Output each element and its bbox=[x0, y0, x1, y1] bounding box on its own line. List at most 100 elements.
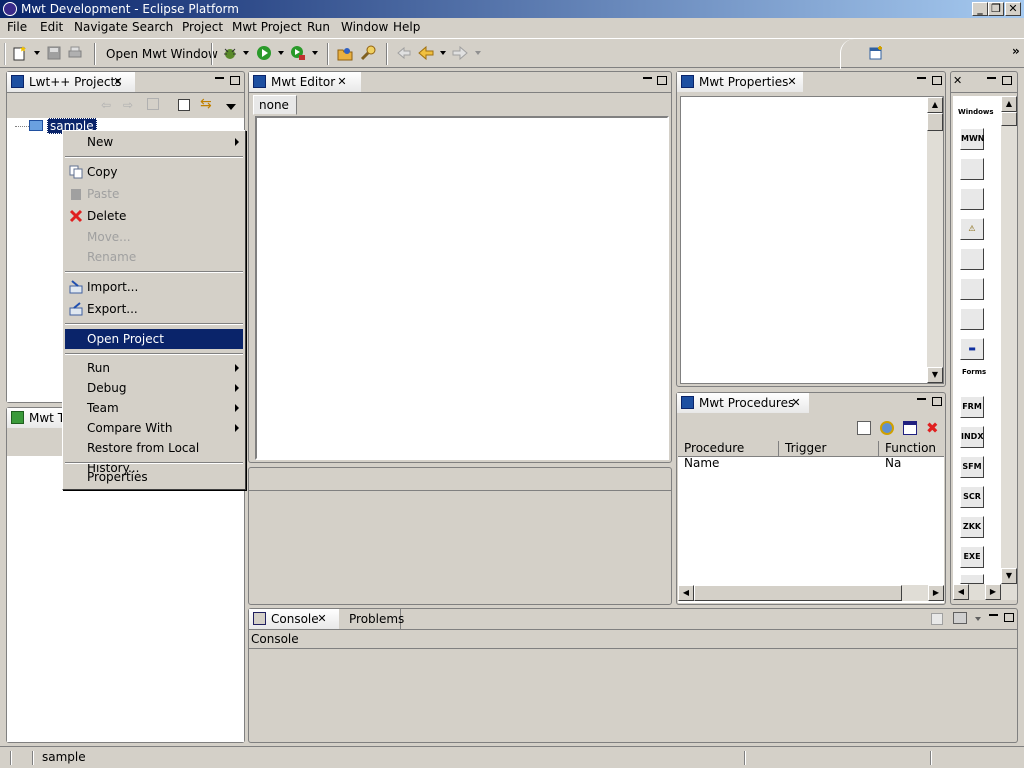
palette-item-scr[interactable]: SCR bbox=[960, 486, 984, 508]
menu-item-move[interactable]: Move... bbox=[65, 227, 243, 247]
run-icon[interactable] bbox=[256, 45, 272, 61]
minimize-view-icon[interactable] bbox=[917, 77, 926, 79]
palette-item-popup[interactable] bbox=[960, 308, 984, 330]
minimize-view-icon[interactable] bbox=[917, 398, 926, 400]
menu-item-properties[interactable]: Properties bbox=[65, 467, 243, 487]
menu-edit[interactable]: Edit bbox=[40, 20, 63, 34]
open-mwt-window-button[interactable]: Open Mwt Window bbox=[106, 47, 218, 61]
back-icon[interactable]: ⇦ bbox=[101, 98, 111, 112]
minimize-view-icon[interactable] bbox=[643, 77, 652, 79]
tab-problems[interactable]: Problems bbox=[341, 609, 404, 629]
tab-mwt-procedures[interactable]: Mwt Procedures ✕ bbox=[677, 393, 809, 413]
menu-item-new[interactable]: New bbox=[65, 132, 243, 152]
menu-help[interactable]: Help bbox=[393, 20, 420, 34]
scrollbar[interactable]: ▲ ▼ bbox=[927, 97, 943, 383]
menu-item-export[interactable]: Export... bbox=[65, 299, 243, 319]
scroll-up-icon[interactable]: ▲ bbox=[1001, 96, 1017, 112]
menu-item-team[interactable]: Team bbox=[65, 398, 243, 418]
tab-console[interactable]: Console ✕ bbox=[249, 609, 339, 629]
search-icon[interactable] bbox=[360, 45, 376, 61]
new-icon[interactable] bbox=[12, 45, 28, 61]
palette-item-bar[interactable]: ▬ bbox=[960, 338, 984, 360]
scroll-thumb[interactable] bbox=[1001, 112, 1017, 126]
palette-item-indx[interactable]: INDX bbox=[960, 426, 984, 448]
tab-none[interactable]: none bbox=[253, 95, 297, 115]
window-icon[interactable] bbox=[903, 421, 917, 435]
close-icon[interactable]: ✕ bbox=[953, 74, 962, 87]
scroll-down-icon[interactable]: ▼ bbox=[927, 367, 943, 383]
menu-item-paste[interactable]: Paste bbox=[65, 184, 243, 204]
palette-item-frm[interactable]: FRM bbox=[960, 396, 984, 418]
menu-file[interactable]: File bbox=[7, 20, 27, 34]
minimize-button[interactable]: _ bbox=[972, 2, 988, 16]
menu-item-restore-local-history[interactable]: Restore from Local History... bbox=[65, 438, 243, 475]
palette-item-exe[interactable]: EXE bbox=[960, 546, 984, 568]
delete-icon[interactable]: ✖ bbox=[926, 419, 939, 437]
view-menu-icon[interactable] bbox=[226, 104, 236, 110]
tab-mwt-tree[interactable]: Mwt T bbox=[7, 408, 67, 428]
open-perspective-icon[interactable] bbox=[868, 45, 884, 61]
menu-run[interactable]: Run bbox=[307, 20, 330, 34]
palette-scrollbar[interactable]: ▲ ▼ bbox=[1001, 96, 1017, 584]
refresh-icon[interactable] bbox=[880, 421, 894, 435]
menu-mwt-project[interactable]: Mwt Project bbox=[232, 20, 302, 34]
menu-navigate[interactable]: Navigate bbox=[74, 20, 128, 34]
palette-item-zkk[interactable]: ZKK bbox=[960, 516, 984, 538]
menu-search[interactable]: Search bbox=[132, 20, 173, 34]
close-window-button[interactable]: ✕ bbox=[1005, 2, 1021, 16]
maximize-view-icon[interactable] bbox=[932, 76, 942, 85]
scroll-thumb[interactable] bbox=[694, 585, 902, 601]
maximize-view-icon[interactable] bbox=[1002, 76, 1012, 85]
palette-item-sfm[interactable]: SFM bbox=[960, 456, 984, 478]
tab-mwt-properties[interactable]: Mwt Properties ✕ bbox=[677, 72, 803, 92]
editor-canvas[interactable] bbox=[255, 116, 669, 460]
external-tools-icon[interactable] bbox=[290, 45, 306, 61]
clear-console-icon[interactable] bbox=[931, 613, 943, 625]
menu-item-run[interactable]: Run bbox=[65, 358, 243, 378]
last-edit-icon[interactable] bbox=[396, 45, 412, 61]
minimize-view-icon[interactable] bbox=[989, 614, 998, 616]
menu-item-copy[interactable]: Copy bbox=[65, 162, 243, 182]
horizontal-scrollbar[interactable]: ◀ ▶ bbox=[678, 585, 944, 601]
palette-item-warning[interactable]: ⚠ bbox=[960, 218, 984, 240]
close-icon[interactable]: ✕ bbox=[113, 76, 123, 87]
scroll-up-icon[interactable]: ▲ bbox=[927, 97, 943, 113]
forward-icon[interactable]: ⇨ bbox=[123, 98, 133, 112]
forward-arrow-icon[interactable] bbox=[452, 45, 468, 61]
palette-item-more[interactable] bbox=[960, 574, 984, 584]
menu-item-delete[interactable]: Delete bbox=[65, 206, 243, 226]
more-chevron-icon[interactable]: » bbox=[1012, 44, 1020, 58]
close-icon[interactable]: ✕ bbox=[791, 397, 801, 408]
collapse-all-icon[interactable] bbox=[178, 99, 190, 111]
palette-hscrollbar[interactable]: ◀ ▶ bbox=[953, 584, 1017, 600]
new-procedure-icon[interactable] bbox=[857, 421, 871, 435]
close-icon[interactable]: ✕ bbox=[337, 76, 347, 87]
minimize-view-icon[interactable] bbox=[215, 77, 224, 79]
scroll-right-icon[interactable]: ▶ bbox=[985, 584, 1001, 600]
scroll-thumb[interactable] bbox=[927, 113, 943, 131]
scroll-down-icon[interactable]: ▼ bbox=[1001, 568, 1017, 584]
open-type-icon[interactable] bbox=[337, 45, 353, 61]
maximize-view-icon[interactable] bbox=[932, 397, 942, 406]
menu-item-open-project[interactable]: Open Project bbox=[65, 329, 243, 349]
link-editor-icon[interactable]: ⇆ bbox=[200, 96, 212, 112]
tab-mwt-editor[interactable]: Mwt Editor ✕ bbox=[249, 72, 361, 92]
save-icon[interactable] bbox=[46, 45, 62, 61]
tab-projects[interactable]: Lwt++ Projects ✕ bbox=[7, 72, 135, 92]
palette-item-list[interactable] bbox=[960, 278, 984, 300]
scroll-left-icon[interactable]: ◀ bbox=[953, 584, 969, 600]
display-console-icon[interactable] bbox=[953, 612, 967, 624]
back-arrow-icon[interactable] bbox=[418, 45, 434, 61]
scroll-left-icon[interactable]: ◀ bbox=[678, 585, 694, 601]
maximize-view-icon[interactable] bbox=[1004, 613, 1014, 622]
column-procedure-name[interactable]: Procedure Name bbox=[678, 441, 779, 470]
menu-item-debug[interactable]: Debug bbox=[65, 378, 243, 398]
palette-item-input[interactable] bbox=[960, 248, 984, 270]
close-icon[interactable]: ✕ bbox=[787, 76, 797, 87]
menu-item-rename[interactable]: Rename bbox=[65, 247, 243, 267]
debug-icon[interactable] bbox=[222, 45, 238, 61]
scroll-right-icon[interactable]: ▶ bbox=[928, 585, 944, 601]
print-icon[interactable] bbox=[67, 45, 83, 61]
palette-item-main-window[interactable]: MWN bbox=[960, 128, 984, 150]
menu-window[interactable]: Window bbox=[341, 20, 388, 34]
